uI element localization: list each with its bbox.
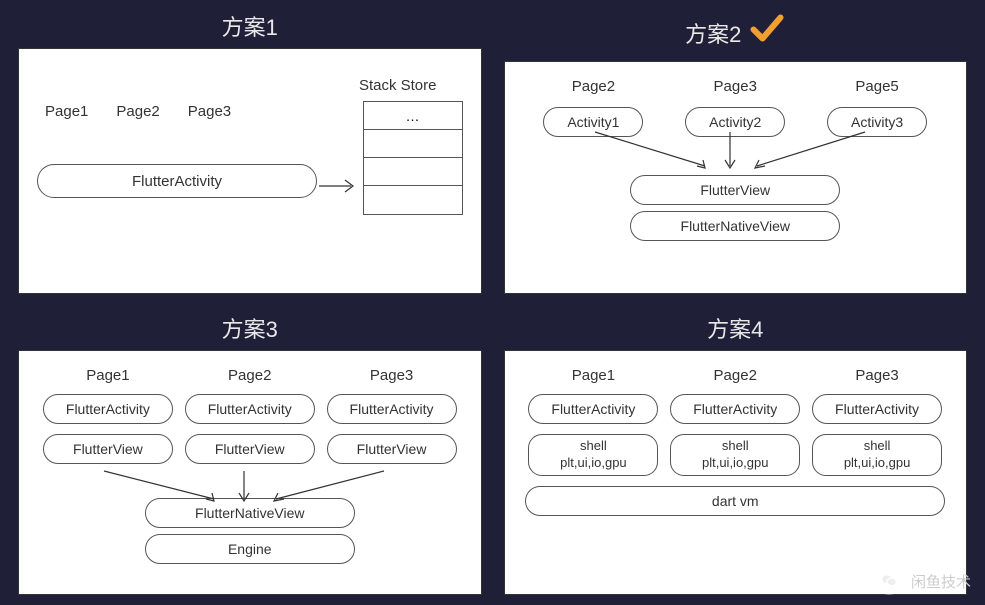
page-label: Page2 <box>116 103 159 120</box>
shell-box: shell plt,ui,io,gpu <box>670 434 800 476</box>
scheme-3-panel: Page1 FlutterActivity FlutterView Page2 … <box>18 350 482 596</box>
page-label: Page3 <box>370 367 413 384</box>
stack-store-label: Stack Store <box>359 77 437 94</box>
flutter-activity-box: FlutterActivity <box>37 164 317 198</box>
flutter-native-view-box: FlutterNativeView <box>630 211 840 241</box>
scheme-2-cell: 方案2 Page2 Activity1 Page3 Activity2 Page… <box>504 10 968 294</box>
stack-row <box>364 130 462 158</box>
engine-box: Engine <box>145 534 355 564</box>
dart-vm-box: dart vm <box>525 486 945 516</box>
flutter-view-box: FlutterView <box>630 175 840 205</box>
page-label: Page3 <box>188 103 231 120</box>
stack-row <box>364 186 462 214</box>
page-label: Page2 <box>714 367 757 384</box>
scheme-1-panel: Page1 Page2 Page3 FlutterActivity Stack … <box>18 48 482 294</box>
arrow-icon <box>319 177 359 195</box>
flutter-activity-box: FlutterActivity <box>185 394 315 424</box>
scheme-4-title: 方案4 <box>707 312 763 344</box>
flutter-view-box: FlutterView <box>185 434 315 464</box>
scheme-2-title: 方案2 <box>685 17 741 49</box>
page-label: Page3 <box>855 367 898 384</box>
page-label: Page2 <box>228 367 271 384</box>
shell-box: shell plt,ui,io,gpu <box>812 434 942 476</box>
watermark: 闲鱼技术 <box>875 567 971 595</box>
flutter-activity-box: FlutterActivity <box>327 394 457 424</box>
activity-box: Activity1 <box>543 107 643 137</box>
page-label: Page5 <box>855 78 898 95</box>
flutter-activity-box: FlutterActivity <box>528 394 658 424</box>
scheme-4-panel: Page1 FlutterActivity shell plt,ui,io,gp… <box>504 350 968 596</box>
stack-row <box>364 158 462 186</box>
page-label: Page3 <box>714 78 757 95</box>
scheme-1-title: 方案1 <box>222 10 278 42</box>
page-label: Page1 <box>86 367 129 384</box>
activity-box: Activity3 <box>827 107 927 137</box>
scheme-4-cell: 方案4 Page1 FlutterActivity shell plt,ui,i… <box>504 312 968 596</box>
flutter-activity-box: FlutterActivity <box>812 394 942 424</box>
watermark-text: 闲鱼技术 <box>911 571 971 592</box>
scheme-3-cell: 方案3 Page1 FlutterActivity FlutterView Pa… <box>18 312 482 596</box>
flutter-activity-box: FlutterActivity <box>43 394 173 424</box>
activity-box: Activity2 <box>685 107 785 137</box>
page-label: Page2 <box>572 78 615 95</box>
flutter-native-view-box: FlutterNativeView <box>145 498 355 528</box>
flutter-activity-box: FlutterActivity <box>670 394 800 424</box>
checkmark-icon <box>749 10 785 55</box>
flutter-view-box: FlutterView <box>43 434 173 464</box>
scheme-3-title: 方案3 <box>222 312 278 344</box>
page-label: Page1 <box>45 103 88 120</box>
wechat-icon <box>875 567 903 595</box>
shell-box: shell plt,ui,io,gpu <box>528 434 658 476</box>
flutter-view-box: FlutterView <box>327 434 457 464</box>
page-label: Page1 <box>572 367 615 384</box>
scheme-2-panel: Page2 Activity1 Page3 Activity2 Page5 Ac… <box>504 61 968 294</box>
stack-row: … <box>364 102 462 130</box>
stack-store-table: … <box>363 101 463 215</box>
scheme-1-cell: 方案1 Page1 Page2 Page3 FlutterActivity St… <box>18 10 482 294</box>
